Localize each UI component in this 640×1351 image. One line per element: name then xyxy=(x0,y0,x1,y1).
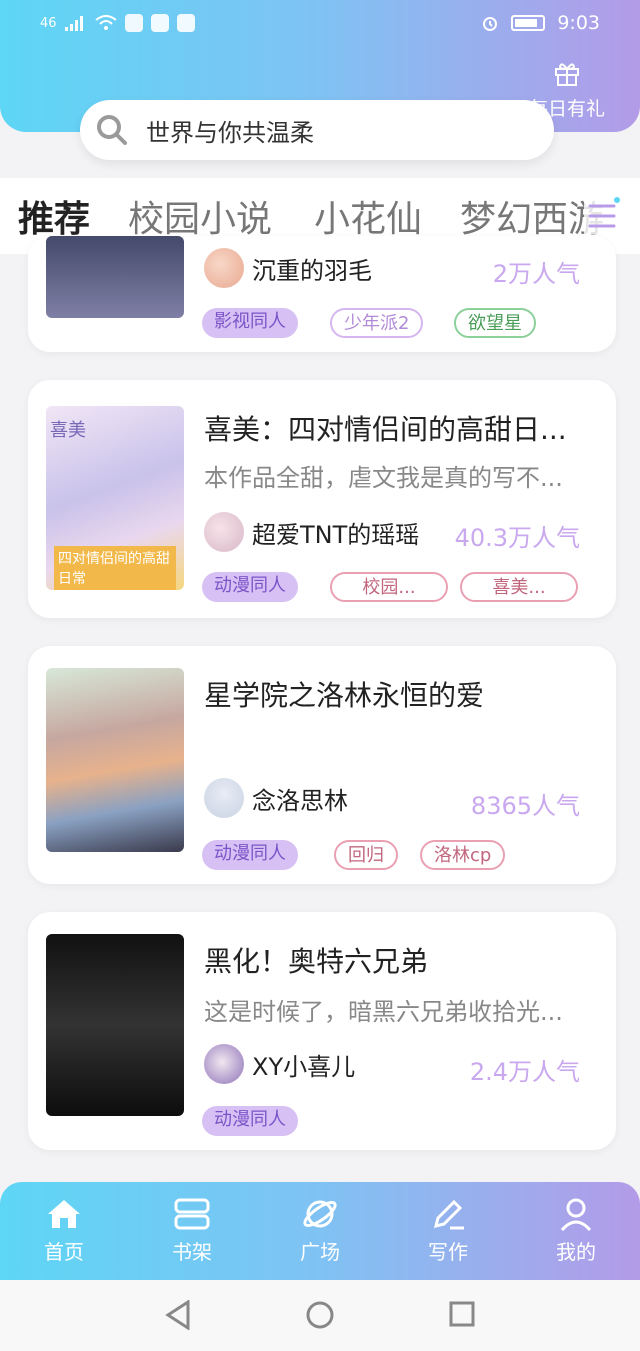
book-title[interactable]: 喜美：四对情侣间的高甜日... xyxy=(204,408,604,448)
book-card[interactable]: 黑化！奥特六兄弟 这是时候了，暗黑六兄弟收拾光... XY小喜儿 2.4万人气 … xyxy=(28,912,616,1150)
nav-write[interactable]: 写作 xyxy=(398,1194,498,1265)
signal-icon xyxy=(64,16,83,31)
wechat-notification-icon xyxy=(150,14,169,32)
author-row: XY小喜儿 xyxy=(204,1044,355,1084)
search-icon xyxy=(97,115,127,145)
gift-icon xyxy=(555,63,579,86)
alarm-icon xyxy=(483,17,498,31)
nav-bookshelf[interactable]: 书架 xyxy=(142,1194,242,1265)
book-card[interactable]: 沉重的羽毛 2万人气 影视同人 少年派2 欲望星 xyxy=(28,236,616,352)
author-avatar[interactable] xyxy=(204,1044,244,1084)
tag[interactable]: 洛林cp xyxy=(420,840,506,870)
cover-title: 喜美 xyxy=(50,420,86,441)
author-row: 超爱TNT的瑶瑶 xyxy=(204,512,419,552)
tag[interactable]: 影视同人 xyxy=(202,308,298,338)
system-navigation-bar xyxy=(0,1280,640,1351)
tag[interactable]: 动漫同人 xyxy=(202,840,298,870)
tab-recommend[interactable]: 推荐 xyxy=(18,190,90,242)
book-cover[interactable]: 喜美 四对情侣间的高甜日常 xyxy=(46,406,184,590)
status-right: 9:03 xyxy=(481,12,600,34)
book-title[interactable]: 星学院之洛林永恒的爱 xyxy=(204,674,604,714)
author-avatar[interactable] xyxy=(204,778,244,818)
author-name[interactable]: 沉重的羽毛 xyxy=(252,251,372,286)
book-description: 本作品全甜，虐文我是真的写不... xyxy=(204,464,563,492)
popularity-count: 2.4万人气 xyxy=(469,1058,580,1086)
nav-write-label: 写作 xyxy=(428,1240,468,1264)
search-text: 世界与你共温柔 xyxy=(146,118,314,147)
nav-me-label: 我的 xyxy=(556,1240,596,1264)
tab-campus-novel[interactable]: 校园小说 xyxy=(128,190,272,242)
tag[interactable]: 喜美... xyxy=(460,572,578,602)
nav-home-label: 首页 xyxy=(44,1240,84,1264)
battery-icon xyxy=(511,15,546,31)
popularity-count: 2万人气 xyxy=(492,260,580,288)
bottom-navigation: 首页 书架 广场 写作 我的 xyxy=(0,1182,640,1280)
pen-icon xyxy=(433,1199,464,1230)
author-name[interactable]: XY小喜儿 xyxy=(252,1047,355,1082)
status-left: 46 xyxy=(40,14,195,32)
book-description: 这是时候了，暗黑六兄弟收拾光... xyxy=(204,998,563,1026)
home-circle-icon[interactable] xyxy=(305,1300,335,1330)
book-cover[interactable] xyxy=(46,668,184,852)
author-avatar[interactable] xyxy=(204,512,244,552)
home-icon xyxy=(48,1200,80,1228)
author-avatar[interactable] xyxy=(204,248,244,288)
author-row: 沉重的羽毛 xyxy=(204,248,372,288)
app-notification-icon-2 xyxy=(176,14,195,32)
back-icon[interactable] xyxy=(164,1300,192,1330)
network-label: 46 xyxy=(40,15,57,31)
nav-square-label: 广场 xyxy=(300,1240,340,1264)
tab-menghuan-xiyou[interactable]: 梦幻西游 xyxy=(460,190,604,242)
user-icon xyxy=(560,1198,592,1232)
tag[interactable]: 校园... xyxy=(330,572,448,602)
tag[interactable]: 动漫同人 xyxy=(202,572,298,602)
tag[interactable]: 动漫同人 xyxy=(202,1106,298,1136)
nav-square[interactable]: 广场 xyxy=(270,1194,370,1265)
search-bar[interactable]: 世界与你共温柔 xyxy=(80,100,554,160)
popularity-count: 8365人气 xyxy=(470,792,580,820)
popularity-count: 40.3万人气 xyxy=(454,524,580,552)
nav-me[interactable]: 我的 xyxy=(526,1194,626,1265)
nav-home[interactable]: 首页 xyxy=(14,1194,114,1265)
book-title[interactable]: 黑化！奥特六兄弟 xyxy=(204,940,604,980)
tag[interactable]: 回归 xyxy=(334,840,398,870)
app-notification-icon xyxy=(124,14,143,32)
tag[interactable]: 欲望星 xyxy=(454,308,536,338)
bookshelf-icon xyxy=(174,1198,210,1230)
book-cover[interactable] xyxy=(46,236,184,318)
book-cover[interactable] xyxy=(46,934,184,1116)
author-name[interactable]: 念洛思林 xyxy=(252,781,348,816)
book-card[interactable]: 喜美 四对情侣间的高甜日常 喜美：四对情侣间的高甜日... 本作品全甜，虐文我是… xyxy=(28,380,616,618)
tag[interactable]: 少年派2 xyxy=(330,308,424,338)
planet-icon xyxy=(303,1200,337,1228)
recent-apps-icon[interactable] xyxy=(448,1300,476,1328)
author-row: 念洛思林 xyxy=(204,778,348,818)
wifi-icon xyxy=(94,15,117,30)
menu-icon[interactable] xyxy=(584,194,622,234)
status-time: 9:03 xyxy=(557,12,600,34)
nav-bookshelf-label: 书架 xyxy=(172,1240,212,1264)
tab-xiaohuaxian[interactable]: 小花仙 xyxy=(314,190,422,242)
book-card[interactable]: 星学院之洛林永恒的爱 念洛思林 8365人气 动漫同人 回归 洛林cp xyxy=(28,646,616,884)
author-name[interactable]: 超爱TNT的瑶瑶 xyxy=(252,515,419,550)
cover-subtitle: 四对情侣间的高甜日常 xyxy=(54,546,176,590)
status-bar: 46 9:03 xyxy=(0,0,640,52)
